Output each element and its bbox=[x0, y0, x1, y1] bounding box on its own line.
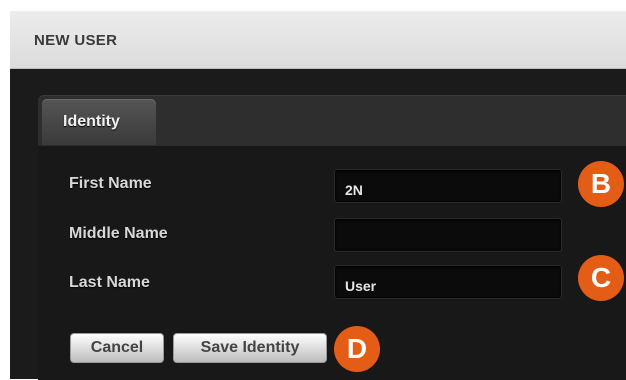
callout-marker-d: D bbox=[334, 326, 380, 372]
save-identity-button[interactable]: Save Identity bbox=[173, 333, 327, 363]
page-header: NEW USER bbox=[10, 11, 626, 69]
callout-marker-c: C bbox=[578, 255, 624, 301]
first-name-label: First Name bbox=[69, 175, 152, 192]
middle-name-field[interactable] bbox=[334, 218, 562, 252]
middle-name-label: Middle Name bbox=[69, 225, 168, 242]
last-name-field[interactable] bbox=[334, 265, 562, 299]
cancel-button[interactable]: Cancel bbox=[70, 333, 164, 363]
first-name-field[interactable] bbox=[334, 169, 562, 203]
tab-identity-label: Identity bbox=[63, 113, 120, 130]
identity-panel: Identity First Name Middle Name Last Nam… bbox=[10, 69, 626, 380]
last-name-label: Last Name bbox=[69, 274, 150, 291]
identity-form: First Name Middle Name Last Name Cancel … bbox=[38, 145, 626, 380]
callout-marker-b: B bbox=[578, 161, 624, 207]
tab-identity[interactable]: Identity bbox=[42, 99, 156, 145]
page-title: NEW USER bbox=[34, 32, 118, 49]
top-background bbox=[0, 0, 626, 11]
tab-bar: Identity bbox=[38, 95, 626, 145]
